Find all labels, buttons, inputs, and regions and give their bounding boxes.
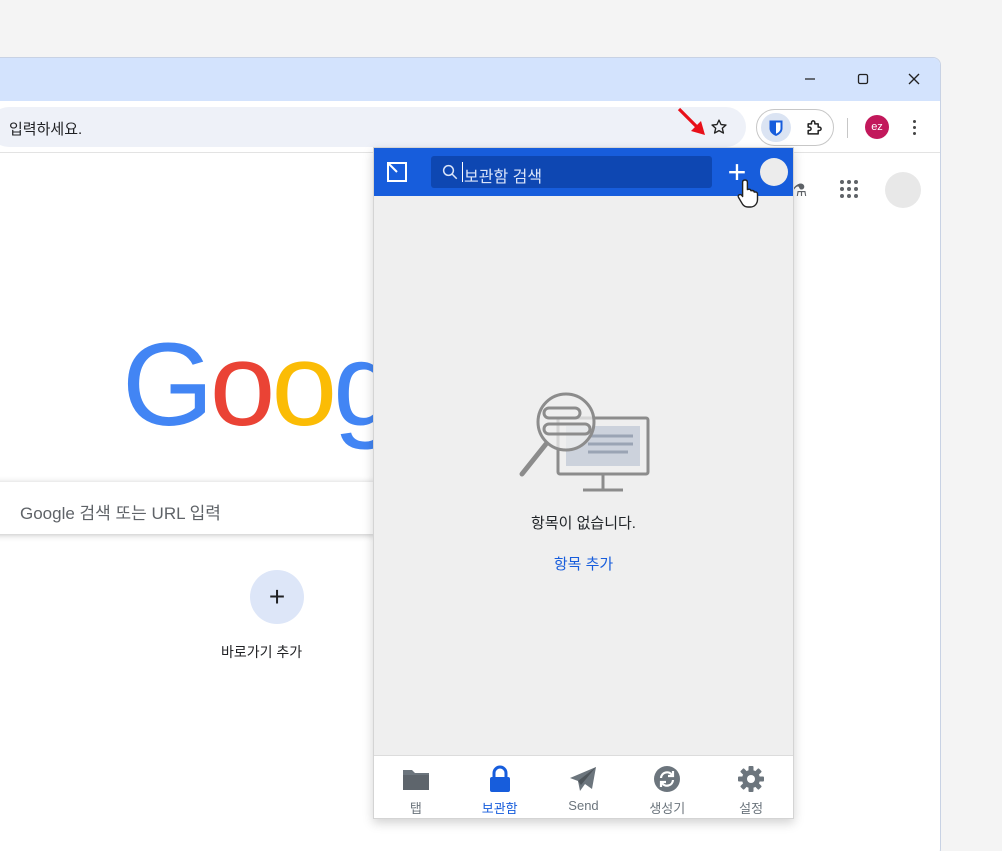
- google-apps-icon[interactable]: [839, 179, 861, 201]
- maximize-button[interactable]: [851, 68, 875, 90]
- close-button[interactable]: [902, 68, 926, 90]
- popup-tab-bar: 탭 보관함 Send 생성기 설정: [374, 755, 793, 818]
- bookmark-star-button[interactable]: [705, 113, 733, 141]
- tab-settings[interactable]: 설정: [709, 756, 793, 818]
- text-caret: [462, 162, 463, 182]
- google-logo-letter: o: [271, 319, 337, 451]
- google-account-avatar[interactable]: [885, 172, 921, 208]
- add-item-link[interactable]: 항목 추가: [374, 553, 793, 574]
- tab-label: 생성기: [649, 801, 686, 816]
- tab-tab[interactable]: 탭: [374, 756, 458, 818]
- tab-send[interactable]: Send: [542, 756, 626, 818]
- bitwarden-popup: 보관함 검색 + 항목이 없습니다. 항목 추가 탭 보관함 Send 생성기 …: [373, 147, 794, 819]
- add-shortcut-label: 바로가기 추가: [221, 644, 303, 660]
- search-icon: [442, 164, 458, 180]
- popup-header: 보관함 검색 +: [374, 148, 793, 196]
- profile-avatar[interactable]: ez: [865, 115, 889, 139]
- gear-icon: [738, 766, 765, 792]
- tab-vault[interactable]: 보관함: [458, 756, 542, 818]
- account-avatar[interactable]: [760, 158, 788, 186]
- mouse-pointer-icon: [737, 179, 759, 208]
- maximize-icon: [857, 73, 869, 85]
- puzzle-icon: [807, 120, 822, 135]
- tab-label: 탭: [409, 801, 422, 816]
- chrome-menu-button[interactable]: [907, 115, 921, 139]
- minimize-button[interactable]: [798, 68, 822, 90]
- vault-search-input[interactable]: 보관함 검색: [431, 156, 712, 188]
- star-icon: [711, 119, 727, 134]
- refresh-icon: [654, 766, 681, 792]
- address-bar[interactable]: 입력하세요.: [0, 107, 746, 147]
- extensions-group: [756, 109, 834, 146]
- lock-icon: [489, 765, 510, 792]
- google-logo-letter: o: [209, 319, 276, 451]
- vault-search-placeholder: 보관함 검색: [464, 169, 543, 186]
- minimize-icon: [805, 78, 815, 80]
- extensions-button[interactable]: [801, 115, 827, 141]
- popout-icon: [387, 162, 407, 182]
- tab-label: Send: [568, 798, 599, 813]
- google-search-box[interactable]: Google 검색 또는 URL 입력: [0, 482, 375, 534]
- bitwarden-shield-icon: [769, 120, 783, 136]
- empty-vault-illustration-icon: [519, 392, 650, 492]
- google-logo-letter: G: [122, 319, 214, 451]
- popout-button[interactable]: [384, 159, 410, 185]
- title-bar: [0, 58, 940, 101]
- tab-generator[interactable]: 생성기: [625, 756, 709, 818]
- annotation-arrow-icon: [677, 107, 705, 135]
- tab-label: 보관함: [481, 801, 518, 816]
- bitwarden-extension-button[interactable]: [761, 113, 791, 142]
- labs-flask-icon[interactable]: ⚗: [792, 181, 807, 201]
- toolbar-separator: [847, 118, 848, 138]
- tab-label: 설정: [739, 801, 764, 816]
- address-bar-text: 입력하세요.: [9, 121, 83, 138]
- browser-toolbar: 입력하세요. ez: [0, 101, 940, 153]
- folder-icon: [402, 770, 429, 790]
- close-icon: [908, 73, 920, 85]
- empty-vault-message: 항목이 없습니다.: [531, 515, 636, 532]
- add-shortcut-button[interactable]: +: [250, 570, 304, 624]
- google-search-placeholder: Google 검색 또는 URL 입력: [20, 504, 221, 523]
- paper-plane-icon: [570, 767, 597, 791]
